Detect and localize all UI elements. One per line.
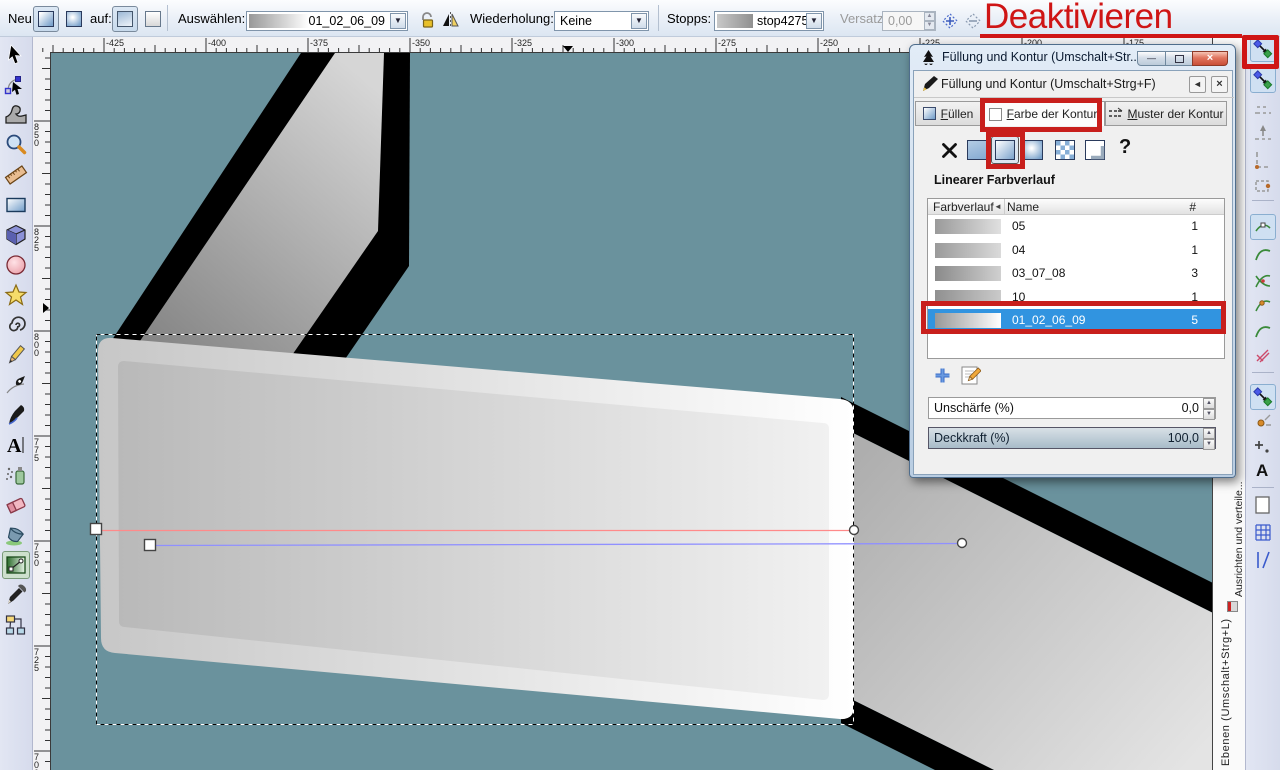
svg-text:5: 5 (34, 243, 39, 253)
svg-text:-350: -350 (412, 38, 430, 48)
svg-text:-375: -375 (310, 38, 328, 48)
svg-text:-300: -300 (616, 38, 634, 48)
svg-text:5: 5 (34, 453, 39, 463)
svg-text:-275: -275 (718, 38, 736, 48)
svg-text:0: 0 (34, 348, 39, 358)
svg-text:-425: -425 (106, 38, 124, 48)
svg-text:A: A (1256, 461, 1268, 480)
svg-text:-400: -400 (208, 38, 226, 48)
svg-text:5: 5 (34, 663, 39, 673)
svg-text:-250: -250 (820, 38, 838, 48)
svg-text:-325: -325 (514, 38, 532, 48)
svg-text:0: 0 (34, 138, 39, 148)
svg-text:0: 0 (34, 558, 39, 568)
svg-text:A: A (7, 435, 22, 457)
